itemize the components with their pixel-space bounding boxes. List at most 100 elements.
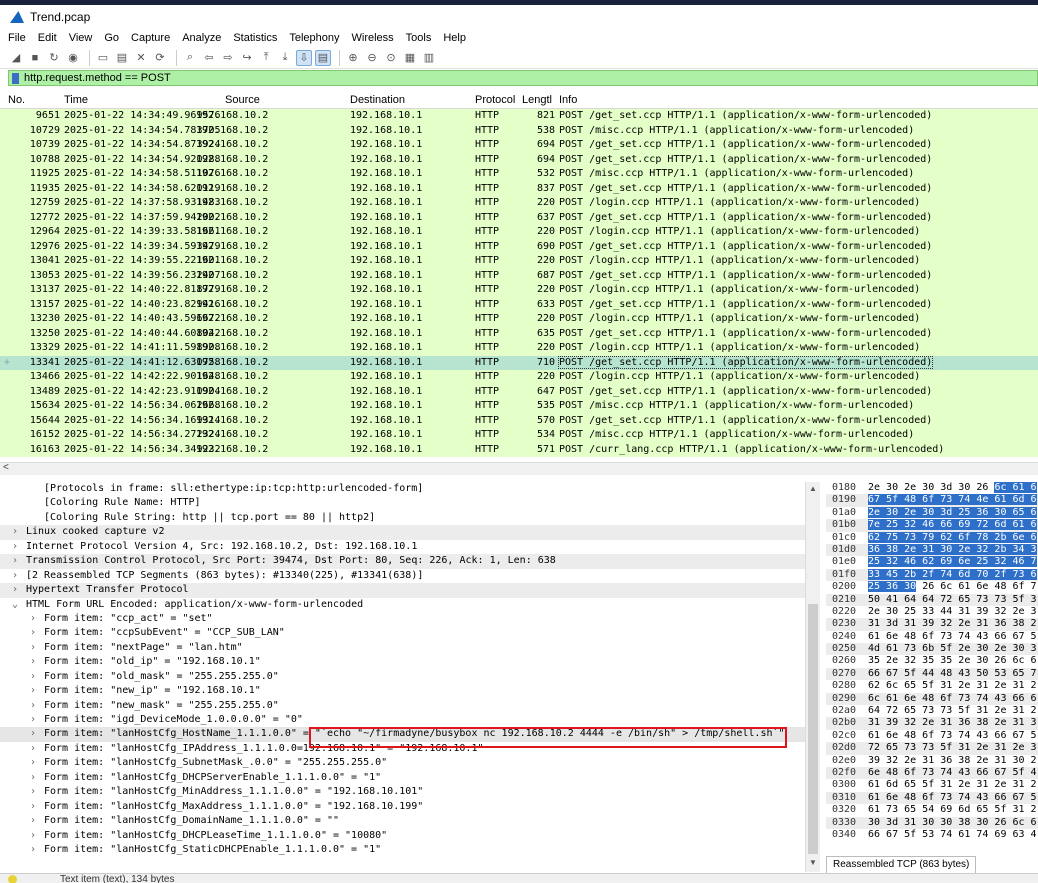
detail-row[interactable]: › Form item: "lanHostCfg_MaxAddress_1.1.1… [0, 800, 805, 814]
hex-row[interactable]: 0220 2e 30 25 33 44 31 39 32 2e 3 [826, 606, 1038, 618]
expand-chevron-icon[interactable]: › [30, 728, 36, 739]
normal-size-icon[interactable]: ⊙ [383, 50, 399, 66]
expand-chevron-icon[interactable]: › [30, 656, 36, 667]
detail-row[interactable]: › Form item: "lanHostCfg_MinAddress_1.1.1… [0, 785, 805, 799]
expand-chevron-icon[interactable]: › [30, 627, 36, 638]
scroll-left-icon[interactable]: < [3, 462, 9, 473]
layout-icon[interactable]: ▥ [421, 50, 437, 66]
column-time[interactable]: Time [64, 94, 88, 106]
hex-row[interactable]: 01e0 25 32 46 62 69 6e 25 32 46 7 [826, 556, 1038, 568]
column-source[interactable]: Source [225, 94, 260, 106]
detail-row[interactable]: › Form item: "new_mask" = "255.255.255.0" [0, 699, 805, 713]
close-file-icon[interactable]: ✕ [133, 50, 149, 66]
expand-chevron-icon[interactable]: › [12, 584, 18, 595]
expand-chevron-icon[interactable]: › [30, 671, 36, 682]
hex-row[interactable]: 0250 4d 61 73 6b 5f 2e 30 2e 30 3 [826, 643, 1038, 656]
hex-row[interactable]: 01f0 33 45 2b 2f 74 6d 70 2f 73 6 [826, 568, 1038, 582]
packet-row[interactable]: 15634 2025-01-22 14:56:34.062668 192.168.1… [0, 399, 1038, 414]
packet-row[interactable]: 16152 2025-01-22 14:56:34.272324 192.168.1… [0, 428, 1038, 443]
hex-row[interactable]: 0270 66 67 5f 44 48 43 50 53 65 7 [826, 667, 1038, 681]
expand-chevron-icon[interactable]: › [30, 801, 36, 812]
hex-row[interactable]: 01c0 62 75 73 79 62 6f 78 2b 6e 6 [826, 531, 1038, 544]
packet-row[interactable]: 13250 2025-01-22 14:40:44.608042 192.168.1… [0, 326, 1038, 341]
column-protocol[interactable]: Protocol [475, 94, 515, 106]
colorize-icon[interactable]: ▤ [315, 49, 331, 66]
menu-file[interactable]: File [8, 32, 26, 44]
scroll-down-icon[interactable]: ▼ [809, 858, 817, 867]
expand-chevron-icon[interactable]: › [30, 685, 36, 696]
first-packet-icon[interactable]: ⤒ [258, 50, 274, 66]
menu-tools[interactable]: Tools [406, 32, 432, 44]
hex-row[interactable]: 0310 61 6e 48 6f 73 74 43 66 67 5 [826, 791, 1038, 805]
details-vscroll[interactable]: ▲ ▼ [806, 482, 820, 872]
packet-row[interactable]: 13053 2025-01-22 14:39:56.232407 192.168.1… [0, 268, 1038, 283]
forward-arrow-icon[interactable]: ⇨ [220, 50, 236, 66]
column-destination[interactable]: Destination [350, 94, 405, 106]
packet-row[interactable]: 13137 2025-01-22 14:40:22.818779 192.168.1… [0, 283, 1038, 298]
hex-row[interactable]: 02a0 64 72 65 73 73 5f 31 2e 31 2 [826, 705, 1038, 717]
packet-bytes[interactable]: 0180 2e 30 2e 30 3d 30 26 6c 61 6 0190 67 5… [826, 482, 1038, 854]
packet-row[interactable]: 12976 2025-01-22 14:39:34.593479 192.168.1… [0, 239, 1038, 254]
expand-chevron-icon[interactable]: › [30, 844, 36, 855]
menu-go[interactable]: Go [104, 32, 119, 44]
detail-row[interactable]: › Form item: "igd_DeviceMode_1.0.0.0.0" =… [0, 713, 805, 727]
packet-row[interactable]: 16163 2025-01-22 14:56:34.349232 192.168.1… [0, 442, 1038, 457]
detail-row[interactable]: › Form item: "lanHostCfg_HostName_1.1.1.0… [0, 727, 805, 742]
packet-row[interactable]: 15644 2025-01-22 14:56:34.169314 192.168.1… [0, 413, 1038, 428]
detail-row[interactable]: › Form item: "ccpSubEvent" = "CCP_SUB_LAN… [0, 626, 805, 640]
hex-row[interactable]: 02c0 61 6e 48 6f 73 74 43 66 67 5 [826, 730, 1038, 742]
expand-chevron-icon[interactable]: › [30, 757, 36, 768]
detail-row[interactable]: › Form item: "old_ip" = "192.168.10.1" [0, 655, 805, 669]
menu-analyze[interactable]: Analyze [182, 32, 221, 44]
detail-row[interactable]: › Form item: "lanHostCfg_IPAddress_1.1.1.… [0, 742, 805, 756]
resize-columns-icon[interactable]: ▦ [402, 50, 418, 66]
expand-chevron-icon[interactable]: › [30, 815, 36, 826]
menu-statistics[interactable]: Statistics [233, 32, 277, 44]
hex-row[interactable]: 02f0 6e 48 6f 73 74 43 66 67 5f 4 [826, 766, 1038, 780]
display-filter-bar[interactable]: http.request.method == POST [8, 70, 1038, 86]
column-info[interactable]: Info [559, 94, 577, 106]
expand-chevron-icon[interactable]: › [12, 541, 18, 552]
hex-row[interactable]: 0210 50 41 64 64 72 65 73 73 5f 3 [826, 593, 1038, 606]
detail-row[interactable]: › Form item: "lanHostCfg_DHCPLeaseTime_1.… [0, 829, 805, 843]
detail-row[interactable]: › Form item: "lanHostCfg_DHCPServerEnable… [0, 771, 805, 785]
hex-row[interactable]: 01a0 2e 30 2e 30 3d 25 36 30 65 6 [826, 506, 1038, 519]
packet-row[interactable]: 11935 2025-01-22 14:34:58.620119 192.168.1… [0, 181, 1038, 196]
autoscroll-icon[interactable]: ⇩ [296, 49, 312, 66]
packet-row[interactable]: 10739 2025-01-22 14:34:54.873924 192.168.1… [0, 138, 1038, 153]
expand-chevron-icon[interactable]: › [12, 555, 18, 566]
packet-list-hscroll[interactable]: < [0, 462, 1038, 475]
display-filter-input[interactable]: http.request.method == POST [24, 72, 171, 84]
detail-row[interactable]: › Form item: "ccp_act" = "set" [0, 612, 805, 626]
hex-row[interactable]: 0200 25 36 30 26 6c 61 6e 48 6f 7 [826, 581, 1038, 593]
expand-chevron-icon[interactable]: › [30, 700, 36, 711]
hex-row[interactable]: 01b0 7e 25 32 46 66 69 72 6d 61 6 [826, 519, 1038, 532]
restart-icon[interactable]: ↻ [46, 50, 62, 66]
detail-row[interactable]: › Form item: "lanHostCfg_StaticDHCPEnable… [0, 843, 805, 857]
packet-row[interactable]: 12759 2025-01-22 14:37:58.931483 192.168.1… [0, 196, 1038, 211]
hex-row[interactable]: 0340 66 67 5f 53 74 61 74 69 63 4 [826, 829, 1038, 841]
hex-row[interactable]: 0300 61 6d 65 5f 31 2e 31 2e 31 2 [826, 779, 1038, 791]
detail-row[interactable]: › Form item: "nextPage" = "lan.htm" [0, 641, 805, 655]
column-length[interactable]: Lengtl [522, 94, 552, 106]
detail-row[interactable]: [Protocols in frame: sll:ethertype:ip:tc… [0, 482, 805, 496]
column-no[interactable]: No. [8, 94, 25, 106]
hex-row[interactable]: 0320 61 73 65 54 69 6d 65 5f 31 2 [826, 804, 1038, 816]
hex-row[interactable]: 0330 30 3d 31 30 30 38 30 26 6c 6 [826, 816, 1038, 829]
detail-row[interactable]: › Hypertext Transfer Protocol [0, 583, 805, 598]
back-arrow-icon[interactable]: ⇦ [201, 50, 217, 66]
hex-row[interactable]: 01d0 36 38 2e 31 30 2e 32 2b 34 3 [826, 543, 1038, 557]
packet-row[interactable]: 11925 2025-01-22 14:34:58.511076 192.168.1… [0, 167, 1038, 182]
hex-row[interactable]: 0180 2e 30 2e 30 3d 30 26 6c 61 6 [826, 482, 1038, 494]
expand-chevron-icon[interactable]: › [30, 613, 36, 624]
detail-row[interactable]: ⌄ HTML Form URL Encoded: application/x-ww… [0, 598, 805, 612]
hex-row[interactable]: 0290 6c 61 6e 48 6f 73 74 43 66 6 [826, 692, 1038, 706]
expand-chevron-icon[interactable]: › [12, 526, 18, 537]
find-icon[interactable]: ⌕ [182, 50, 198, 66]
detail-row[interactable]: › [2 Reassembled TCP Segments (863 bytes)… [0, 569, 805, 583]
menu-view[interactable]: View [69, 32, 93, 44]
expand-chevron-icon[interactable]: › [30, 772, 36, 783]
expand-chevron-icon[interactable]: › [30, 642, 36, 653]
hex-row[interactable]: 0190 67 5f 48 6f 73 74 4e 61 6d 6 [826, 494, 1038, 507]
hex-row[interactable]: 0230 31 3d 31 39 32 2e 31 36 38 2 [826, 618, 1038, 631]
